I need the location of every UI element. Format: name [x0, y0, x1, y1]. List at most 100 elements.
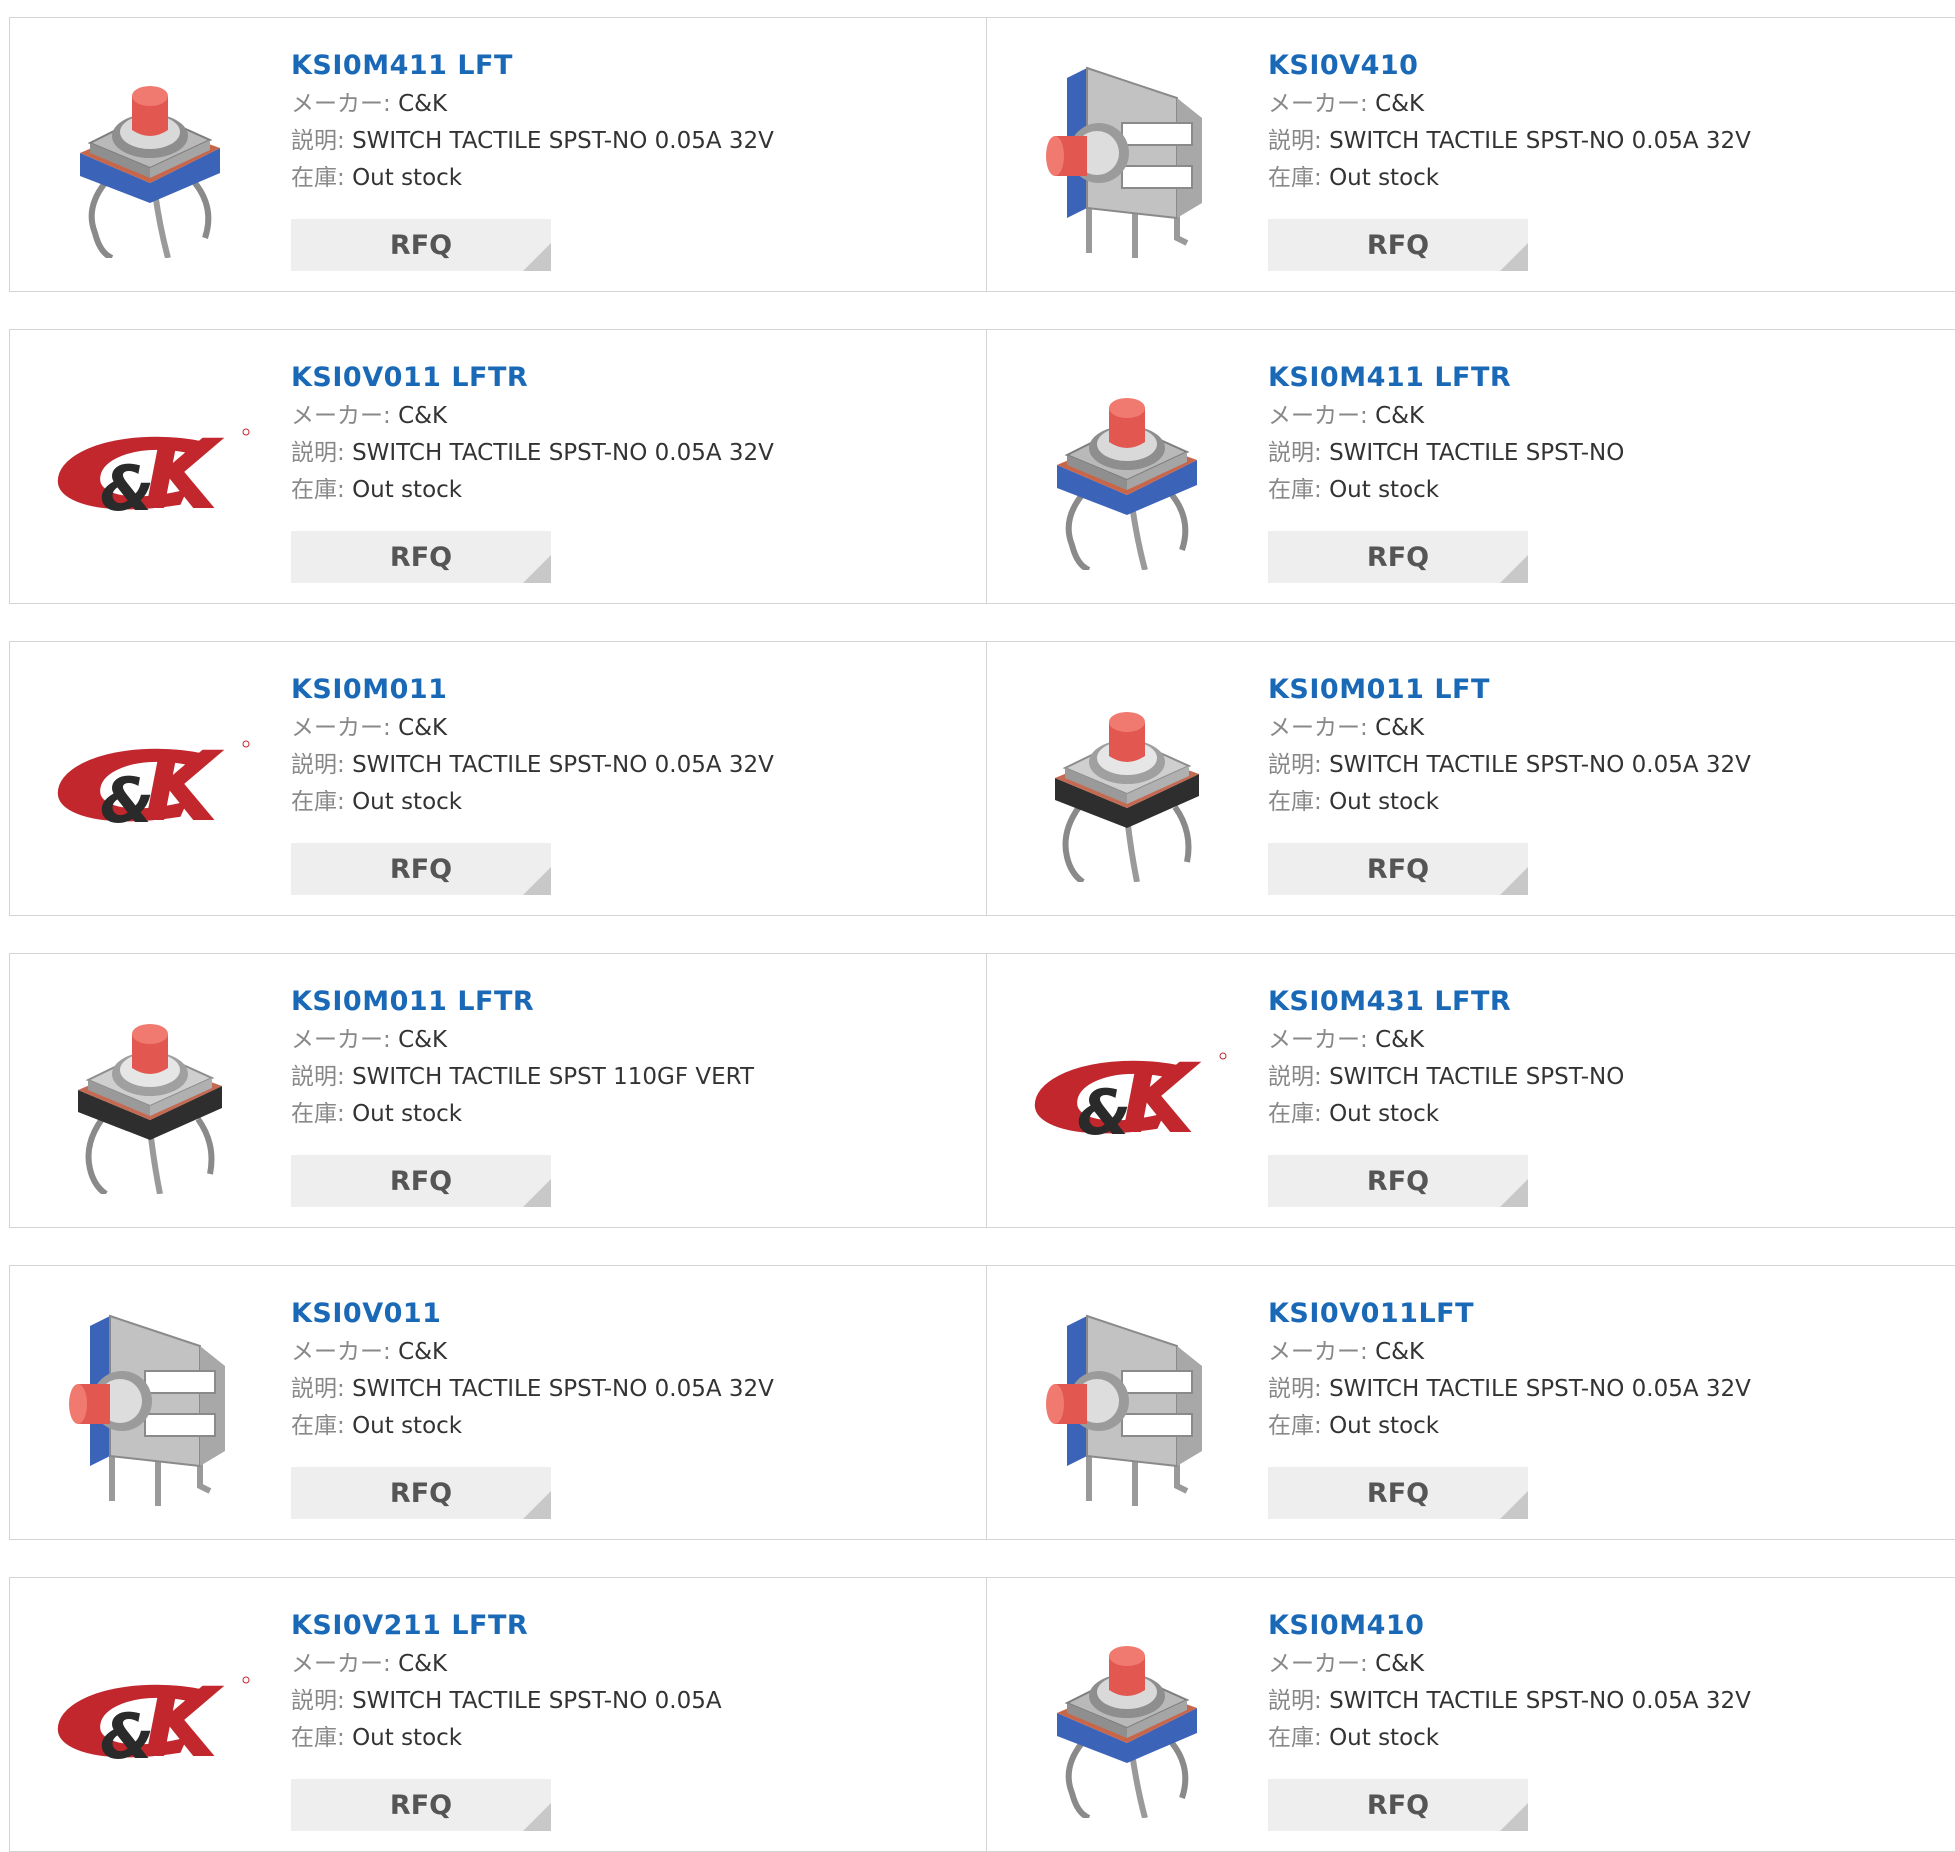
- maker-value: C&K: [1375, 1651, 1425, 1677]
- maker-row: メーカー: C&K: [1268, 710, 1751, 747]
- rfq-button[interactable]: RFQ: [291, 219, 551, 271]
- description-value: SWITCH TACTILE SPST-NO: [1329, 440, 1625, 466]
- rfq-button[interactable]: RFQ: [1268, 1467, 1528, 1519]
- rfq-label: RFQ: [389, 541, 453, 573]
- description-row: 説明: SWITCH TACTILE SPST-NO 0.05A: [291, 1683, 722, 1720]
- switch-side-icon[interactable]: [1027, 1306, 1227, 1506]
- product-info: KSI0M431 LFTR メーカー: C&K 説明: SWITCH TACTI…: [1268, 982, 1624, 1133]
- product-name-link[interactable]: KSI0M410: [1268, 1606, 1751, 1646]
- maker-label: メーカー:: [291, 91, 391, 117]
- description-value: SWITCH TACTILE SPST-NO 0.05A 32V: [1329, 1376, 1751, 1402]
- description-label: 説明:: [291, 128, 345, 154]
- stock-value: Out stock: [1329, 789, 1440, 815]
- product-name-link[interactable]: KSI0V011 LFTR: [291, 358, 774, 398]
- product-card: KSI0M411 LFT メーカー: C&K 説明: SWITCH TACTIL…: [9, 17, 987, 292]
- product-name-link[interactable]: KSI0M431 LFTR: [1268, 982, 1624, 1022]
- rfq-button[interactable]: RFQ: [1268, 1155, 1528, 1207]
- description-row: 説明: SWITCH TACTILE SPST-NO 0.05A 32V: [1268, 123, 1751, 160]
- stock-label: 在庫:: [291, 165, 345, 191]
- product-info: KSI0M411 LFTR メーカー: C&K 説明: SWITCH TACTI…: [1268, 358, 1624, 509]
- description-row: 説明: SWITCH TACTILE SPST-NO 0.05A 32V: [1268, 1683, 1751, 1720]
- maker-value: C&K: [1375, 91, 1425, 117]
- rfq-label: RFQ: [1366, 229, 1430, 261]
- maker-row: メーカー: C&K: [291, 1646, 722, 1683]
- switch-top-blue-icon[interactable]: [50, 58, 250, 258]
- corner-triangle-icon: [523, 867, 551, 895]
- product-card: KSI0M410 メーカー: C&K 説明: SWITCH TACTILE SP…: [987, 1577, 1955, 1852]
- description-label: 説明:: [1268, 440, 1322, 466]
- maker-label: メーカー:: [291, 1027, 391, 1053]
- product-info: KSI0V011LFT メーカー: C&K 説明: SWITCH TACTILE…: [1268, 1294, 1751, 1445]
- corner-triangle-icon: [523, 1491, 551, 1519]
- switch-top-blue-icon[interactable]: [1027, 1618, 1227, 1818]
- description-row: 説明: SWITCH TACTILE SPST-NO 0.05A 32V: [291, 123, 774, 160]
- maker-label: メーカー:: [1268, 1339, 1368, 1365]
- product-card: C & K KSI0V011 LFTR メーカー: C&K 説明: SWITCH…: [9, 329, 987, 604]
- switch-side-icon[interactable]: [1027, 58, 1227, 258]
- description-label: 説明:: [291, 752, 345, 778]
- product-name-link[interactable]: KSI0M011: [291, 670, 774, 710]
- product-name-link[interactable]: KSI0M411 LFT: [291, 46, 774, 86]
- ck-logo-icon[interactable]: C & K: [50, 1618, 250, 1818]
- switch-top-black-icon[interactable]: [50, 994, 250, 1194]
- maker-value: C&K: [1375, 403, 1425, 429]
- description-row: 説明: SWITCH TACTILE SPST-NO 0.05A 32V: [291, 435, 774, 472]
- product-name-link[interactable]: KSI0V011: [291, 1294, 774, 1334]
- ck-logo-icon[interactable]: C & K: [50, 682, 250, 882]
- maker-value: C&K: [398, 91, 448, 117]
- maker-value: C&K: [398, 403, 448, 429]
- stock-label: 在庫:: [291, 789, 345, 815]
- switch-top-blue-icon[interactable]: [1027, 370, 1227, 570]
- ck-logo-icon[interactable]: C & K: [1027, 994, 1227, 1194]
- stock-row: 在庫: Out stock: [1268, 160, 1751, 197]
- rfq-button[interactable]: RFQ: [291, 1779, 551, 1831]
- product-name-link[interactable]: KSI0V410: [1268, 46, 1751, 86]
- rfq-button[interactable]: RFQ: [1268, 1779, 1528, 1831]
- maker-row: メーカー: C&K: [1268, 398, 1624, 435]
- rfq-button[interactable]: RFQ: [1268, 531, 1528, 583]
- rfq-button[interactable]: RFQ: [1268, 843, 1528, 895]
- product-info: KSI0M011 LFT メーカー: C&K 説明: SWITCH TACTIL…: [1268, 670, 1751, 821]
- description-row: 説明: SWITCH TACTILE SPST-NO: [1268, 435, 1624, 472]
- rfq-button[interactable]: RFQ: [291, 843, 551, 895]
- description-label: 説明:: [291, 440, 345, 466]
- product-name-link[interactable]: KSI0M011 LFTR: [291, 982, 754, 1022]
- product-info: KSI0V011 メーカー: C&K 説明: SWITCH TACTILE SP…: [291, 1294, 774, 1445]
- description-row: 説明: SWITCH TACTILE SPST-NO 0.05A 32V: [291, 1371, 774, 1408]
- rfq-button[interactable]: RFQ: [291, 531, 551, 583]
- stock-row: 在庫: Out stock: [1268, 1096, 1624, 1133]
- stock-value: Out stock: [352, 477, 463, 503]
- description-row: 説明: SWITCH TACTILE SPST-NO 0.05A 32V: [1268, 1371, 1751, 1408]
- maker-label: メーカー:: [1268, 1027, 1368, 1053]
- rfq-label: RFQ: [389, 229, 453, 261]
- rfq-button[interactable]: RFQ: [1268, 219, 1528, 271]
- switch-side-icon[interactable]: [50, 1306, 250, 1506]
- stock-value: Out stock: [1329, 1413, 1440, 1439]
- product-grid: KSI0M411 LFT メーカー: C&K 説明: SWITCH TACTIL…: [9, 17, 1955, 1852]
- switch-top-black-icon[interactable]: [1027, 682, 1227, 882]
- stock-row: 在庫: Out stock: [1268, 1408, 1751, 1445]
- product-name-link[interactable]: KSI0V211 LFTR: [291, 1606, 722, 1646]
- maker-value: C&K: [398, 715, 448, 741]
- description-value: SWITCH TACTILE SPST-NO 0.05A 32V: [1329, 752, 1751, 778]
- description-value: SWITCH TACTILE SPST-NO 0.05A 32V: [352, 128, 774, 154]
- product-name-link[interactable]: KSI0M411 LFTR: [1268, 358, 1624, 398]
- rfq-button[interactable]: RFQ: [291, 1155, 551, 1207]
- maker-label: メーカー:: [1268, 715, 1368, 741]
- maker-row: メーカー: C&K: [1268, 1646, 1751, 1683]
- rfq-label: RFQ: [389, 1477, 453, 1509]
- product-card: KSI0M011 LFT メーカー: C&K 説明: SWITCH TACTIL…: [987, 641, 1955, 916]
- maker-row: メーカー: C&K: [291, 1334, 774, 1371]
- stock-row: 在庫: Out stock: [1268, 472, 1624, 509]
- product-card: KSI0M011 LFTR メーカー: C&K 説明: SWITCH TACTI…: [9, 953, 987, 1228]
- rfq-button[interactable]: RFQ: [291, 1467, 551, 1519]
- stock-value: Out stock: [1329, 1725, 1440, 1751]
- rfq-label: RFQ: [1366, 1165, 1430, 1197]
- product-info: KSI0M011 メーカー: C&K 説明: SWITCH TACTILE SP…: [291, 670, 774, 821]
- maker-label: メーカー:: [291, 715, 391, 741]
- corner-triangle-icon: [523, 1179, 551, 1207]
- rfq-label: RFQ: [1366, 1477, 1430, 1509]
- product-name-link[interactable]: KSI0V011LFT: [1268, 1294, 1751, 1334]
- product-name-link[interactable]: KSI0M011 LFT: [1268, 670, 1751, 710]
- ck-logo-icon[interactable]: C & K: [50, 370, 250, 570]
